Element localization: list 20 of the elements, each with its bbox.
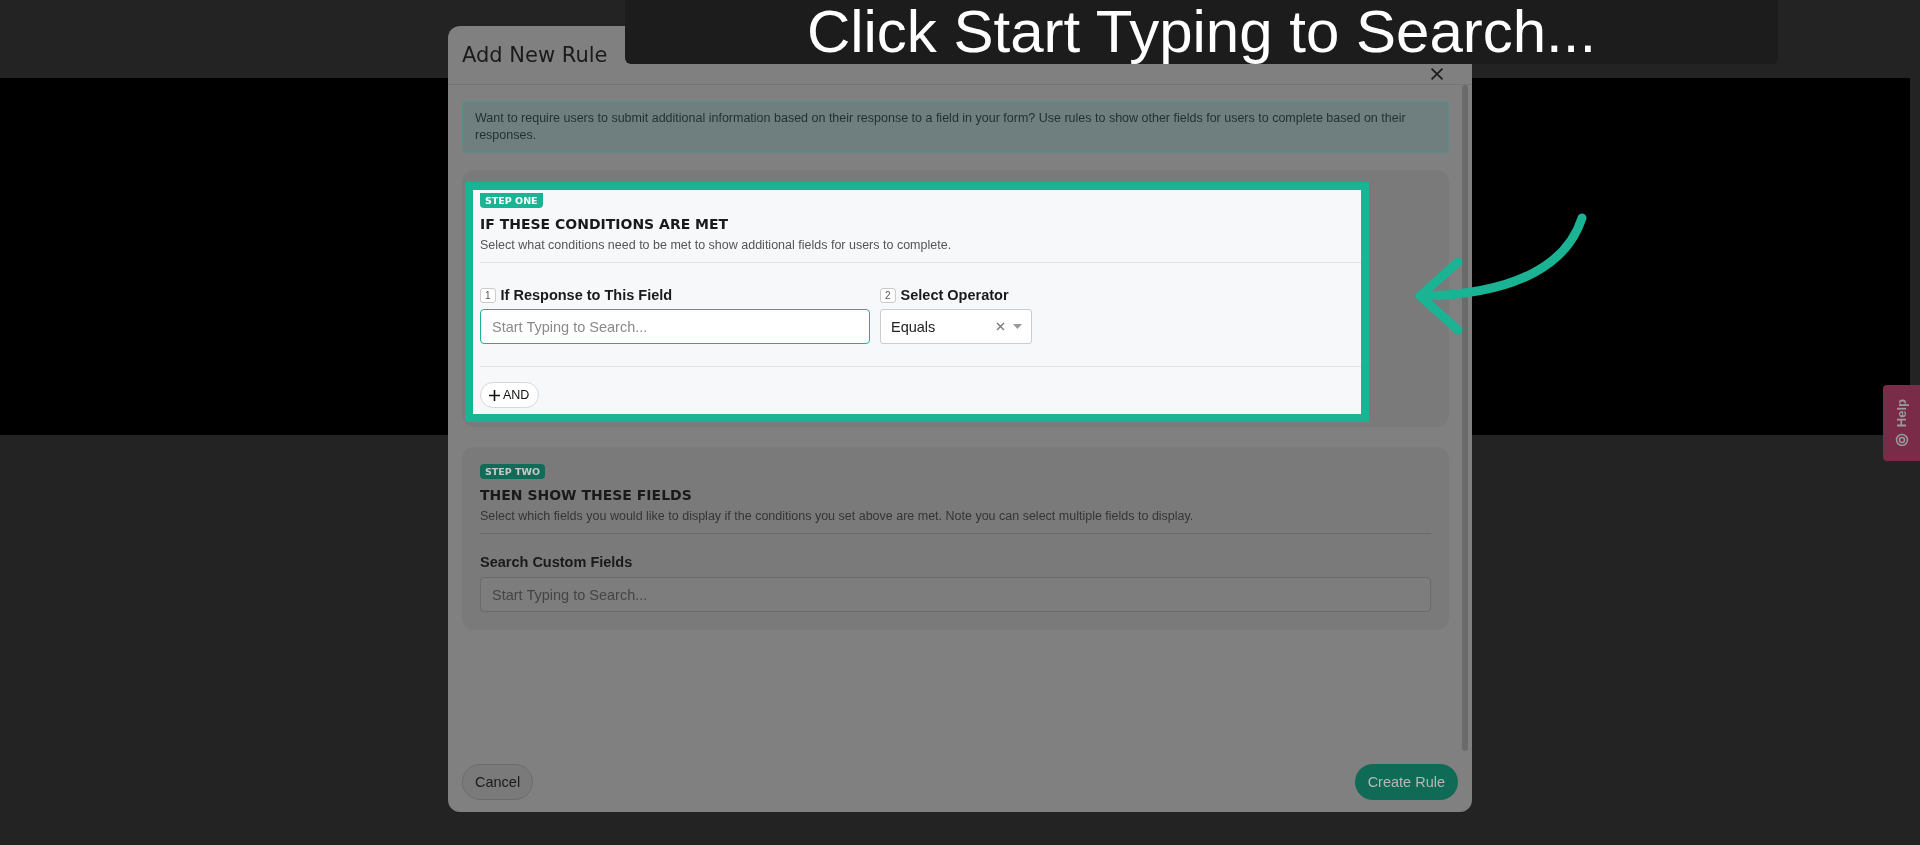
step-badge: STEP ONE [480,193,543,208]
step-number: 2 [880,287,896,303]
section-title: THEN SHOW THESE FIELDS [480,487,693,503]
step-badge: STEP TWO [480,464,546,479]
field-label: If Response to This Field [500,287,673,303]
help-tab[interactable]: Help [1883,385,1920,461]
search-field[interactable]: Start Typing to Search... [480,309,870,344]
cancel-button[interactable]: Cancel [462,764,534,800]
add-and-button[interactable]: AND [480,382,540,408]
section-description: Select what conditions need to be met to show additional fields for users to complete. [480,238,953,252]
operator-dropdown[interactable]: Equals [880,309,1032,344]
modal-title: Add New Rule [462,43,608,67]
step-number: 1 [480,287,496,303]
field-label: Select Operator [900,287,1009,303]
section-title: IF THESE CONDITIONS ARE MET [480,216,730,232]
create-rule-button[interactable]: Create Rule [1354,764,1458,800]
info-alert: Want to require users to submit additional information based on their response to a field in your form? Use rules to show other fields for users to complete based on their responses. [462,101,1449,153]
section-description: Select which fields you would like to display if the conditions you set above are met. Note you can select multiple fields to display. [480,509,1195,523]
search-field[interactable]: Start Typing to Search... [480,577,1431,612]
field-label: Search Custom Fields [480,554,634,570]
